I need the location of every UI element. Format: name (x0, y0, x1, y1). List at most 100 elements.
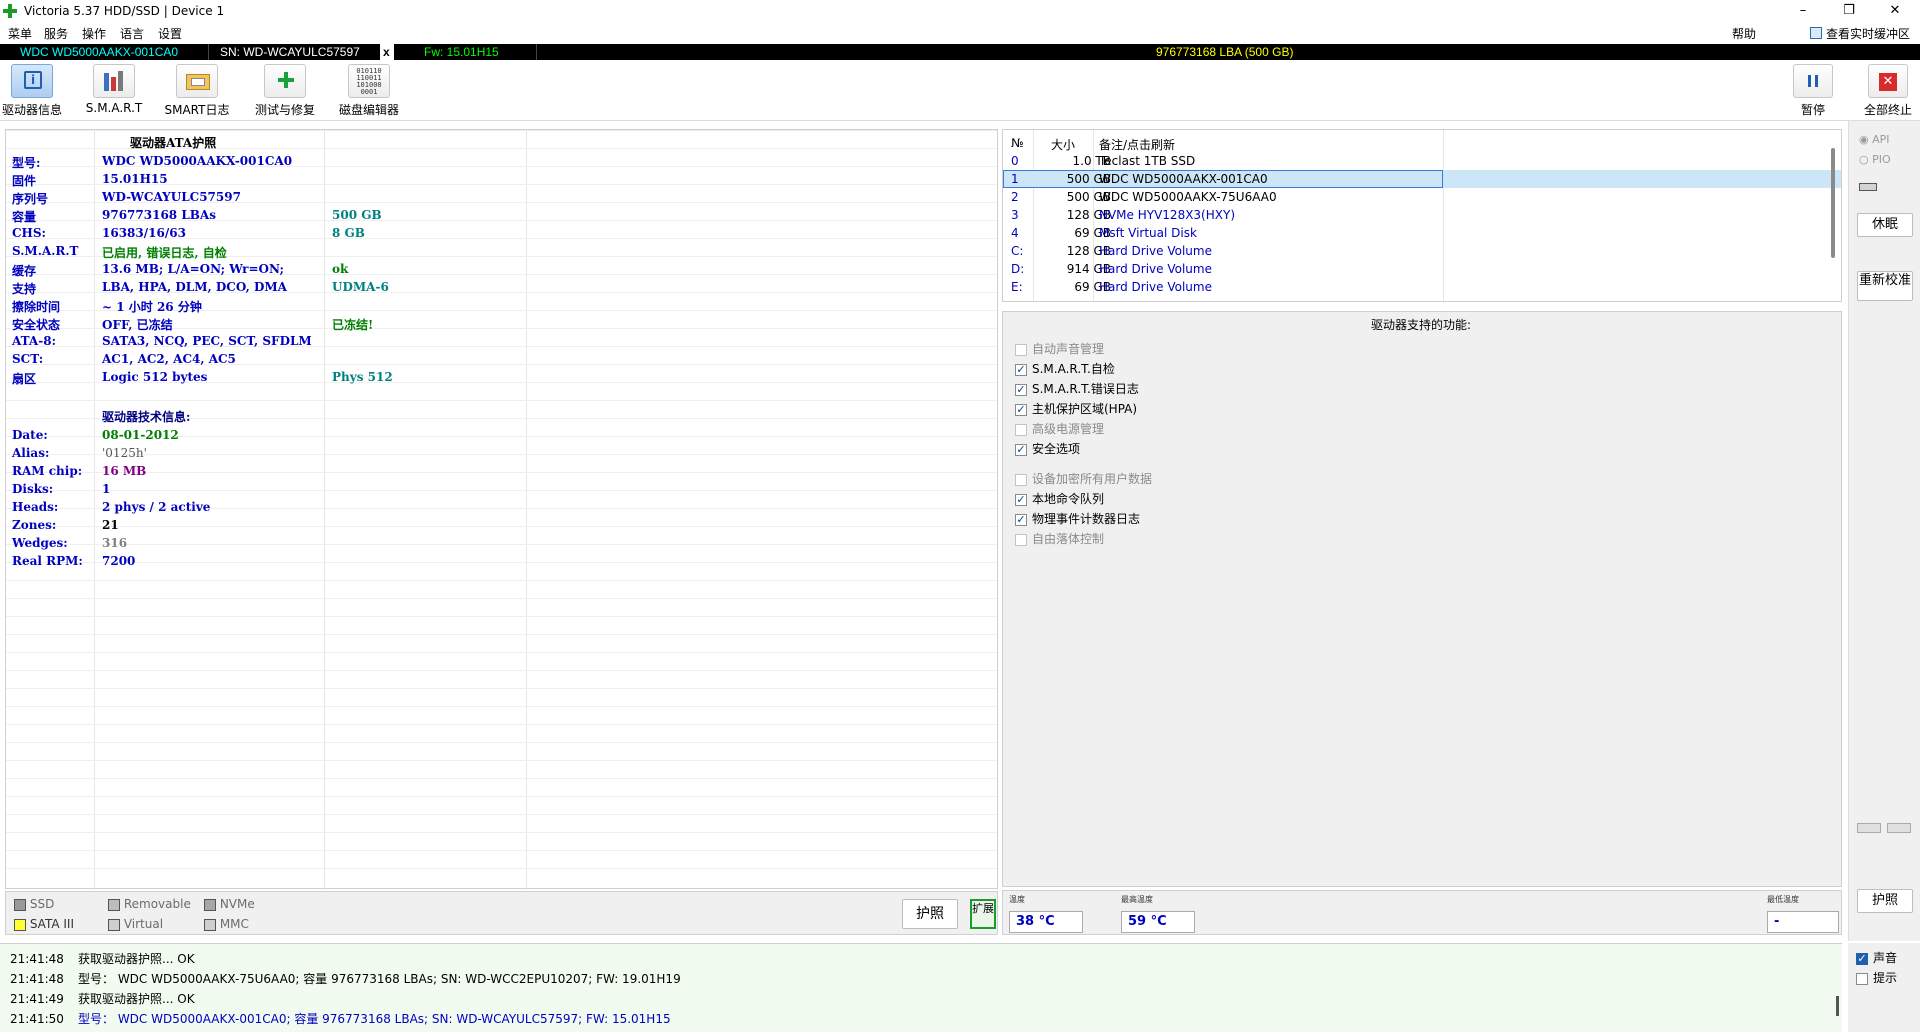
drive-number: 2 (1011, 190, 1019, 204)
feature-item: ✓ 主机保护区域(HPA) (1015, 400, 1137, 417)
smart-log-button[interactable]: SMART日志 (164, 64, 230, 120)
passport-extra: 已冻结! (332, 318, 374, 332)
menu-help[interactable]: 帮助 (1732, 25, 1756, 42)
drive-list-scrollbar[interactable] (1831, 148, 1835, 258)
drive-name: Hard Drive Volume (1099, 280, 1212, 294)
passport-extra: Phys 512 (332, 370, 393, 384)
stop-all-button[interactable]: ✕ 全部终止 (1860, 64, 1916, 120)
log-time: 21:41:48 (10, 972, 64, 986)
feature-checkbox: ✓ (1015, 382, 1027, 396)
drive-row[interactable]: D: 914 GB Hard Drive Volume (1003, 260, 1841, 278)
passport-value: 976773168 LBAs (102, 208, 216, 222)
drive-info-button[interactable]: i 驱动器信息 (2, 64, 62, 120)
realtime-buffer-link[interactable]: 查看实时缓冲区 (1826, 25, 1910, 42)
passport-title: 驱动器ATA护照 (130, 136, 217, 150)
grid-line (6, 130, 997, 131)
temp-value: 38 °C (1009, 911, 1083, 933)
temperature-panel: 温度 38 °C 最高温度 59 °C 最低温度 - (1002, 890, 1842, 935)
drive-col-size[interactable]: 大小 (1051, 136, 1075, 153)
tech-row: Alias: '0125h' (6, 444, 997, 462)
feature-checkbox (1015, 343, 1027, 356)
drive-row[interactable]: 3 128 GB NVMe HYV128X3(HXY) (1003, 206, 1841, 224)
tech-key: RAM chip: (12, 464, 83, 478)
minimize-button[interactable]: – (1780, 0, 1826, 22)
toolbar: i 驱动器信息 S.M.A.R.T SMART日志 测试与修复 010110 11… (0, 61, 1920, 121)
tech-info-title: 驱动器技术信息: (102, 410, 191, 424)
small-button-right[interactable] (1887, 823, 1911, 833)
grid-line (6, 832, 997, 833)
drive-features-panel: 驱动器支持的功能: 自动声音管理 ✓ S.M.A.R.T.自检 ✓ S.M.A.R.T.… (1002, 311, 1842, 887)
sound-checkbox[interactable]: ✓ 声音 (1856, 949, 1897, 966)
drive-number: C: (1011, 244, 1024, 258)
drive-row[interactable]: 1 500 GB WDC WD5000AAKX-001CA0 (1003, 170, 1841, 188)
pause-button[interactable]: 暂停 (1790, 64, 1836, 120)
log-message: 获取驱动器护照... OK (78, 992, 195, 1006)
grid-line (6, 742, 997, 743)
device-strip: WDC WD5000AAKX-001CA0 SN: WD-WCAYULC5759… (0, 44, 1920, 60)
log-scrollbar[interactable] (1836, 996, 1839, 1016)
smart-button[interactable]: S.M.A.R.T (84, 64, 144, 120)
feature-checkbox: ✓ (1015, 442, 1027, 456)
drive-type-legend: SSD Removable NVMe SATA III Virtual MMC … (5, 891, 998, 935)
passport-value: ~ 1 小时 26 分钟 (102, 300, 202, 314)
test-repair-button[interactable]: 测试与修复 (252, 64, 318, 120)
expand-button[interactable]: 扩展 (970, 899, 996, 929)
drive-row[interactable]: E: 69 GB Hard Drive Volume (1003, 278, 1841, 296)
info-icon: i (11, 64, 53, 98)
menu-service[interactable]: 服务 (44, 25, 68, 42)
drive-row[interactable]: 0 1.0 TB Teclast 1TB SSD (1003, 152, 1841, 170)
feature-checkbox: ✓ (1015, 362, 1027, 376)
maximize-button[interactable]: ❐ (1826, 0, 1872, 22)
sidebar-passport-button[interactable]: 护照 (1857, 889, 1913, 913)
api-radio[interactable]: ◉ API (1859, 133, 1890, 146)
passport-key: 擦除时间 (12, 300, 61, 314)
hints-checkbox[interactable]: 提示 (1856, 969, 1897, 986)
drive-name: Msft Virtual Disk (1099, 226, 1197, 240)
disk-editor-button[interactable]: 010110 110011 101000 0001 磁盘编辑器 (336, 64, 402, 120)
drive-row[interactable]: 4 69 GB Msft Virtual Disk (1003, 224, 1841, 242)
grid-line (6, 598, 997, 599)
drive-row[interactable]: C: 128 GB Hard Drive Volume (1003, 242, 1841, 260)
passport-row: 扇区 Logic 512 bytes Phys 512 (6, 368, 997, 386)
tech-value: 7200 (102, 554, 136, 568)
feature-item: 自由落体控制 (1015, 530, 1104, 547)
log-message: 型号： WDC WD5000AAKX-75U6AA0; 容量 976773168… (78, 972, 681, 986)
passport-key: ATA-8: (12, 334, 56, 348)
pio-radio[interactable]: ○ PIO (1859, 153, 1891, 166)
strip-lba: 976773168 LBA (500 GB) (1156, 45, 1294, 59)
tech-key: Alias: (12, 446, 50, 460)
passport-button[interactable]: 护照 (902, 899, 958, 929)
grid-line (6, 580, 997, 581)
strip-close-x[interactable]: x (383, 44, 390, 60)
tech-value: 1 (102, 482, 111, 496)
window-title: Victoria 5.37 HDD/SSD | Device 1 (24, 4, 225, 18)
drive-name: NVMe HYV128X3(HXY) (1099, 208, 1235, 222)
strip-serial: SN: WD-WCAYULC57597 (220, 45, 360, 59)
max-temp-label: 最高温度 (1121, 895, 1153, 904)
tech-key: Real RPM: (12, 554, 83, 568)
log-options: ✓ 声音 提示 (1848, 943, 1920, 1032)
feature-item: ✓ S.M.A.R.T.错误日志 (1015, 380, 1139, 397)
grid-line (6, 652, 997, 653)
feature-item: 自动声音管理 (1015, 340, 1104, 357)
recalibrate-button[interactable]: 重新校准 (1857, 271, 1913, 301)
small-button-left[interactable] (1857, 823, 1881, 833)
close-button[interactable]: ✕ (1872, 0, 1918, 22)
min-temp-label: 最低温度 (1767, 895, 1799, 904)
feature-item: 高级电源管理 (1015, 420, 1104, 437)
passport-row: 固件 15.01H15 (6, 170, 997, 188)
sleep-button[interactable]: 休眠 (1857, 213, 1913, 237)
drive-col-note[interactable]: 备注/点击刷新 (1099, 136, 1175, 153)
menu-settings[interactable]: 设置 (158, 25, 182, 42)
menu-language[interactable]: 语言 (120, 25, 144, 42)
passport-row: 容量 976773168 LBAs 500 GB (6, 206, 997, 224)
legend-removable: Removable (108, 897, 191, 911)
tech-row: Date: 08-01-2012 (6, 426, 997, 444)
passport-value: WD-WCAYULC57597 (102, 190, 241, 204)
grid-line (6, 400, 997, 401)
menu-action[interactable]: 操作 (82, 25, 106, 42)
drive-col-number[interactable]: № (1011, 136, 1023, 150)
log-message: 获取驱动器护照... OK (78, 952, 195, 966)
menu-main[interactable]: 菜单 (8, 25, 32, 42)
drive-row[interactable]: 2 500 GB WDC WD5000AAKX-75U6AA0 (1003, 188, 1841, 206)
